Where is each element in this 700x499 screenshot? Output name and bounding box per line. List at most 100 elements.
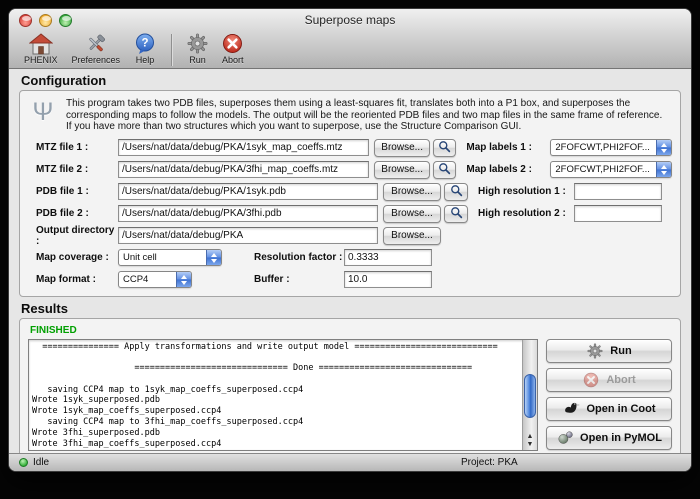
dropdown-arrows-icon [176,272,191,287]
pymol-molecule-icon [556,429,574,447]
status-finished: FINISHED [30,325,672,336]
magnifier-icon [438,140,451,156]
toolbar: PHENIX Preferences [9,31,691,68]
pdb-file-2-row: PDB file 2 : Browse... High resolution 2… [28,203,672,225]
project-label: Project: PKA [461,457,518,468]
map-coverage-label: Map coverage : [36,252,118,263]
superpose-program-icon: Ψ [30,97,56,127]
scrollbar-thumb[interactable] [524,374,536,418]
magnifier-icon [450,206,463,222]
console-output[interactable]: =============== Apply transformations an… [28,339,538,451]
pdb-file-1-input[interactable] [118,183,378,200]
map-labels-1-label: Map labels 1 : [466,142,550,153]
window-chrome: Superpose maps PHENIX [9,9,691,69]
configuration-heading: Configuration [21,73,691,88]
run-button-label: Run [610,345,631,357]
zoom-button[interactable] [59,14,72,27]
traffic-lights [19,14,72,27]
buffer-input[interactable] [344,271,432,288]
map-format-row: Map format : CCP4 Buffer : [28,269,672,291]
abort-button[interactable]: Abort [546,368,672,392]
map-labels-2-dropdown[interactable]: 2FOFCWT,PHI2FOF... [550,161,672,178]
scroll-up-icon[interactable]: ▲ [527,433,534,440]
coot-bird-icon [562,400,580,418]
map-labels-1-value: 2FOFCWT,PHI2FOF... [551,142,656,153]
toolbar-phenix-button[interactable]: PHENIX [17,32,65,65]
toolbar-help-button[interactable]: ? Help [127,32,163,65]
program-description: This program takes two PDB files, superp… [66,97,670,133]
toolbar-run-button[interactable]: Run [180,32,215,65]
map-labels-2-value: 2FOFCWT,PHI2FOF... [551,164,656,175]
high-resolution-1-input[interactable] [574,183,662,200]
status-dot-icon [19,458,28,467]
scrollbar-arrows[interactable]: ▲ ▼ [523,433,537,448]
results-actions: Run [546,339,672,451]
resolution-factor-label: Resolution factor : [254,252,344,263]
configuration-panel: Ψ This program takes two PDB files, supe… [19,90,681,297]
console-scrollbar[interactable]: ▲ ▼ [522,340,537,450]
scroll-down-icon[interactable]: ▼ [527,441,534,448]
dropdown-arrows-icon [206,250,221,265]
open-in-coot-label: Open in Coot [586,403,655,415]
high-resolution-2-label: High resolution 2 : [478,208,574,219]
minimize-button[interactable] [39,14,52,27]
pdb-file-2-browse-button[interactable]: Browse... [383,205,441,223]
mtz-file-1-label: MTZ file 1 : [36,142,118,153]
help-icon: ? [134,32,156,55]
close-button[interactable] [19,14,32,27]
program-description-row: Ψ This program takes two PDB files, supe… [28,95,672,137]
window-title: Superpose maps [9,9,691,31]
mtz-file-1-inspect-button[interactable] [433,139,456,157]
toolbar-preferences-button[interactable]: Preferences [65,32,128,65]
pdb-file-1-label: PDB file 1 : [36,186,118,197]
app-window: Superpose maps PHENIX [8,8,692,472]
toolbar-help-label: Help [136,55,155,65]
mtz-file-2-input[interactable] [118,161,369,178]
toolbar-separator [171,34,172,66]
resolution-factor-input[interactable] [344,249,432,266]
open-in-pymol-label: Open in PyMOL [580,432,662,444]
magnifier-icon [450,184,463,200]
output-directory-browse-button[interactable]: Browse... [383,227,441,245]
mtz-file-1-input[interactable] [118,139,369,156]
mtz-file-2-browse-button[interactable]: Browse... [374,161,430,179]
status-bar: Idle Project: PKA [9,453,691,471]
output-directory-input[interactable] [118,227,378,244]
mtz-file-2-label: MTZ file 2 : [36,164,118,175]
abort-icon [582,371,600,389]
high-resolution-1-label: High resolution 1 : [478,186,574,197]
main-content: Configuration Ψ This program takes two P… [9,69,691,453]
abort-button-label: Abort [606,374,635,386]
mtz-file-1-row: MTZ file 1 : Browse... Map labels 1 : 2F… [28,137,672,159]
map-labels-1-dropdown[interactable]: 2FOFCWT,PHI2FOF... [550,139,672,156]
map-coverage-dropdown[interactable]: Unit cell [118,249,222,266]
toolbar-abort-button[interactable]: Abort [215,32,251,65]
toolbar-phenix-label: PHENIX [24,55,58,65]
console-text: =============== Apply transformations an… [32,342,520,449]
pdb-file-1-browse-button[interactable]: Browse... [383,183,441,201]
dropdown-arrows-icon [656,162,671,177]
pdb-file-1-inspect-button[interactable] [444,183,468,201]
map-format-dropdown[interactable]: CCP4 [118,271,192,288]
output-directory-label: Output directory : [36,225,118,247]
toolbar-preferences-label: Preferences [72,55,121,65]
mtz-file-1-browse-button[interactable]: Browse... [374,139,430,157]
high-resolution-2-input[interactable] [574,205,662,222]
magnifier-icon [438,162,451,178]
run-gear-icon [187,32,208,55]
open-in-pymol-button[interactable]: Open in PyMOL [546,426,672,450]
phenix-home-icon [29,32,53,55]
run-button[interactable]: Run [546,339,672,363]
buffer-label: Buffer : [254,274,344,285]
titlebar[interactable]: Superpose maps [9,9,691,31]
abort-icon [222,32,243,55]
map-labels-2-label: Map labels 2 : [466,164,550,175]
open-in-coot-button[interactable]: Open in Coot [546,397,672,421]
toolbar-abort-label: Abort [222,55,244,65]
pdb-file-2-inspect-button[interactable] [444,205,468,223]
mtz-file-2-inspect-button[interactable] [433,161,456,179]
results-panel: FINISHED =============== Apply transform… [19,318,681,459]
map-coverage-value: Unit cell [119,252,206,263]
pdb-file-2-input[interactable] [118,205,378,222]
run-gear-icon [586,342,604,360]
